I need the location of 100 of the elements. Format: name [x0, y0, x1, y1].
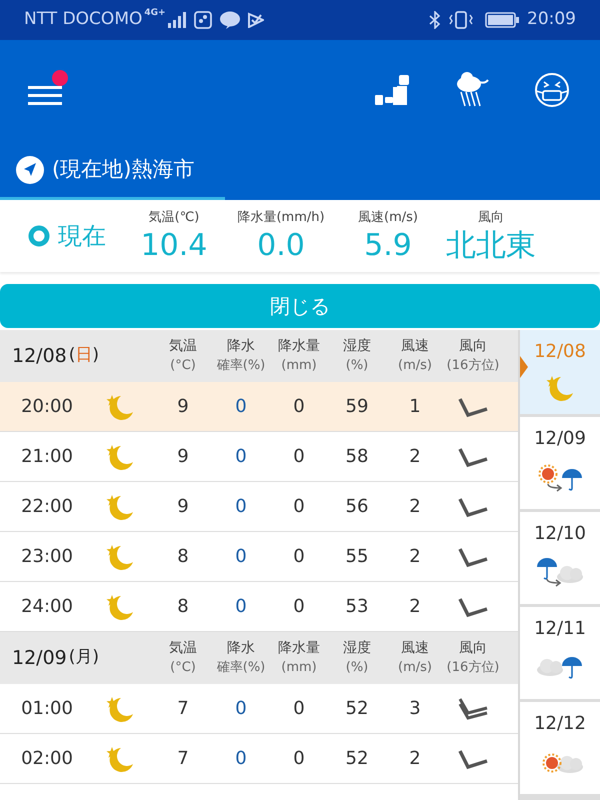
wind-speed: 2 — [409, 495, 421, 519]
day-tab[interactable]: 12/11 — [520, 607, 600, 699]
carrier-name: NTT DOCOMO — [24, 8, 142, 32]
day-tab[interactable]: 12/09 — [520, 417, 600, 509]
wind-direction-icon — [457, 496, 489, 518]
wind-speed: 2 — [409, 545, 421, 569]
humidity: 58 — [346, 445, 368, 469]
column-header: 風速 (m/s) — [397, 337, 433, 375]
temperature: 8 — [177, 545, 189, 569]
reading-label: 気温(℃) — [148, 209, 200, 228]
wind-direction-icon — [457, 596, 489, 618]
humidity: 52 — [346, 697, 368, 721]
day-date: 12/11 — [534, 617, 586, 641]
day-date: 12/12 — [534, 712, 586, 736]
reading-label: 降水量(mm/h) — [237, 209, 325, 228]
day-date: 12/10 — [534, 522, 586, 546]
pointer-triangle — [520, 356, 528, 378]
column-header: 降水量 (mm) — [277, 337, 321, 375]
wind-direction-icon — [457, 396, 489, 418]
hour-time: 22:00 — [21, 495, 73, 519]
clock: 20:09 — [527, 8, 576, 32]
column-header: 湿度 (%) — [342, 337, 372, 375]
hour-time: 21:00 — [21, 445, 73, 469]
precipitation-chance: 0 — [235, 395, 247, 419]
column-header: 風向 (16方位) — [446, 337, 500, 375]
hour-time: 20:00 — [21, 395, 73, 419]
day-tab[interactable]: 12/10 — [520, 512, 600, 604]
reading-value: 10.4 — [140, 228, 208, 264]
temperature: 9 — [177, 395, 189, 419]
mask-face-button[interactable] — [532, 70, 572, 110]
precipitation-amount: 0 — [293, 595, 305, 619]
weekday: (月) — [68, 646, 100, 670]
network-type: 4G+ — [144, 7, 166, 20]
location-name[interactable]: (現在地)熱海市 — [52, 154, 194, 186]
precipitation-amount: 0 — [293, 545, 305, 569]
column-header: 湿度 (%) — [342, 639, 372, 677]
reading-label: 風向 — [478, 209, 504, 228]
chat-bubble-icon — [220, 11, 240, 29]
column-header: 風速 (m/s) — [397, 639, 433, 677]
day-date: 12/08 — [534, 340, 586, 364]
temperature: 7 — [177, 697, 189, 721]
column-header: 降水量 (mm) — [277, 639, 321, 677]
battery-icon — [485, 12, 519, 28]
humidity: 56 — [346, 495, 368, 519]
humidity: 59 — [346, 395, 368, 419]
hour-time: 01:00 — [21, 697, 73, 721]
temperature: 7 — [177, 747, 189, 771]
current-label: 現在 — [58, 221, 106, 252]
hour-row[interactable]: 20:00 9 0 0 59 1 — [0, 382, 518, 432]
mask-face-icon — [534, 72, 570, 108]
wind-direction-icon — [457, 446, 489, 468]
precipitation-amount: 0 — [293, 747, 305, 771]
wind-direction-icon — [457, 748, 489, 770]
rain-cloud-icon — [455, 72, 489, 108]
wind-speed: 2 — [409, 747, 421, 771]
wind-speed: 2 — [409, 445, 421, 469]
temperature: 9 — [177, 445, 189, 469]
day-date: 12/09 — [534, 427, 586, 451]
column-header: 気温 (°C) — [168, 639, 198, 677]
wind-speed: 2 — [409, 595, 421, 619]
vibrate-icon — [449, 11, 473, 29]
temperature: 9 — [177, 495, 189, 519]
weekday: (日) — [68, 344, 100, 368]
wind-direction-icon — [457, 546, 489, 568]
precipitation-amount: 0 — [293, 495, 305, 519]
signal-icon — [168, 12, 186, 28]
reading-label: 風速(m/s) — [358, 209, 418, 228]
hour-time: 24:00 — [21, 595, 73, 619]
reading-value: 0.0 — [257, 228, 305, 264]
precipitation-amount: 0 — [293, 395, 305, 419]
hour-time: 02:00 — [21, 747, 73, 771]
temperature: 8 — [177, 595, 189, 619]
day-date: 12/08 — [12, 344, 67, 369]
precipitation-chance: 0 — [235, 445, 247, 469]
column-header: 気温 (°C) — [168, 337, 198, 375]
bar-steps-icon — [375, 75, 409, 105]
bluetooth-icon — [429, 11, 441, 29]
humidity: 53 — [346, 595, 368, 619]
ring-icon — [28, 225, 50, 247]
wind-direction-icon — [457, 696, 489, 720]
hour-time: 23:00 — [21, 545, 73, 569]
day-date: 12/09 — [12, 646, 67, 671]
wind-speed: 3 — [409, 697, 421, 721]
umbrella-and-cloud-icon — [534, 555, 586, 589]
precipitation-amount: 0 — [293, 445, 305, 469]
checkmark-icon — [248, 12, 264, 28]
precipitation-chance: 0 — [235, 697, 247, 721]
precipitation-chance: 0 — [235, 747, 247, 771]
precipitation-amount: 0 — [293, 697, 305, 721]
menu-icon — [28, 84, 64, 106]
humidity: 52 — [346, 747, 368, 771]
wind-speed: 1 — [409, 395, 421, 419]
reading-value: 北北東 — [446, 228, 536, 264]
precipitation-chance: 0 — [235, 495, 247, 519]
precipitation-chance: 0 — [235, 545, 247, 569]
reading-value: 5.9 — [364, 228, 412, 264]
day-tab[interactable]: 12/12 — [520, 702, 600, 794]
humidity: 55 — [346, 545, 368, 569]
column-header: 風向 (16方位) — [446, 639, 500, 677]
precipitation-chance: 0 — [235, 595, 247, 619]
